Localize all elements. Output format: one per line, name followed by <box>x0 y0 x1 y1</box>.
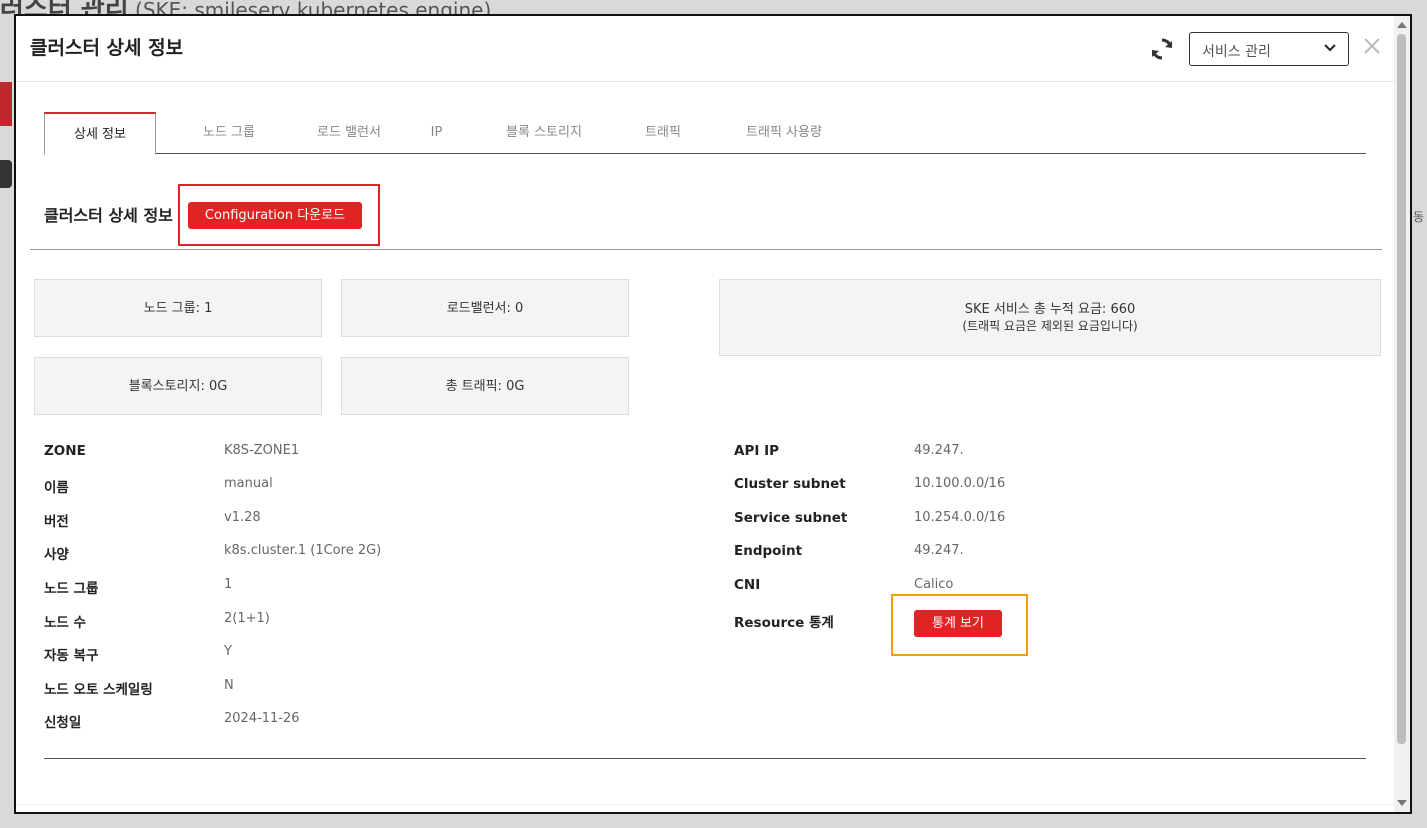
tab-ip[interactable]: IP <box>414 112 459 154</box>
detail-value-request-date: 2024-11-26 <box>224 711 300 726</box>
highlight-box-red <box>178 184 380 246</box>
detail-label-zone: ZONE <box>44 443 86 459</box>
section-title: 클러스터 상세 정보 <box>44 206 173 225</box>
summary-total-fee: SKE 서비스 총 누적 요금: 660 (트래픽 요금은 제외된 요금입니다) <box>719 279 1381 356</box>
detail-label-cni: CNI <box>734 577 761 593</box>
detail-label-spec: 사양 <box>44 547 69 563</box>
summary-block-storage: 블록스토리지: 0G <box>34 357 322 415</box>
detail-value-node-group: 1 <box>224 577 233 592</box>
tab-detail[interactable]: 상세 정보 <box>44 112 156 155</box>
detail-value-service-subnet: 10.254.0.0/16 <box>914 510 1006 525</box>
refresh-icon[interactable] <box>1149 36 1175 62</box>
detail-value-node-count: 2(1+1) <box>224 611 270 626</box>
total-fee-text: SKE 서비스 총 누적 요금: 660 <box>964 302 1136 317</box>
service-select-value: 서비스 관리 <box>1202 44 1271 60</box>
detail-label-autoscaling: 노드 오토 스케일링 <box>44 682 153 698</box>
footer-divider <box>16 804 1396 805</box>
detail-value-autoscaling: N <box>224 678 234 693</box>
summary-node-group: 노드 그룹: 1 <box>34 279 322 337</box>
background-right-text: 동 <box>1413 210 1425 224</box>
modal-scrollbar[interactable] <box>1394 16 1410 812</box>
scroll-down-arrow-icon[interactable] <box>1397 800 1407 806</box>
tab-bar: 상세 정보 노드 그룹 로드 밸런서 IP 블록 스토리지 트래픽 트래픽 사용… <box>44 112 1366 155</box>
fee-note-text: (트래픽 요금은 제외된 요금입니다) <box>962 319 1138 333</box>
detail-label-endpoint: Endpoint <box>734 543 803 559</box>
detail-label-name: 이름 <box>44 480 69 496</box>
chevron-down-icon <box>1324 42 1336 54</box>
tab-node-group[interactable]: 노드 그룹 <box>174 112 284 154</box>
tab-block-storage[interactable]: 블록 스토리지 <box>484 112 604 154</box>
bottom-divider <box>44 758 1366 759</box>
highlight-box-orange <box>891 594 1028 656</box>
detail-label-api-ip: API IP <box>734 443 779 459</box>
tab-load-balancer[interactable]: 로드 밸런서 <box>294 112 404 154</box>
detail-value-cluster-subnet: 10.100.0.0/16 <box>914 476 1006 491</box>
scroll-up-arrow-icon[interactable] <box>1397 22 1407 28</box>
detail-value-zone: K8S-ZONE1 <box>224 443 300 458</box>
detail-value-auto-recovery: Y <box>224 644 232 659</box>
tab-traffic-usage[interactable]: 트래픽 사용량 <box>734 112 834 154</box>
modal-title: 클러스터 상세 정보 <box>30 37 184 59</box>
detail-label-version: 버전 <box>44 514 69 530</box>
tab-traffic[interactable]: 트래픽 <box>629 112 697 154</box>
summary-load-balancer: 로드밸런서: 0 <box>341 279 629 337</box>
detail-value-cni: Calico <box>914 577 954 592</box>
detail-label-service-subnet: Service subnet <box>734 510 848 526</box>
detail-label-auto-recovery: 자동 복구 <box>44 648 99 664</box>
close-icon[interactable] <box>1362 36 1382 56</box>
section-divider <box>30 249 1382 250</box>
detail-label-node-group: 노드 그룹 <box>44 581 99 597</box>
detail-label-node-count: 노드 수 <box>44 615 86 631</box>
detail-label-resource-stats: Resource 통계 <box>734 615 834 631</box>
cluster-detail-modal: 클러스터 상세 정보 서비스 관리 상세 정보 노드 그룹 로드 밸런서 IP … <box>14 14 1412 814</box>
summary-total-traffic: 총 트래픽: 0G <box>341 357 629 415</box>
background-dark-marker <box>0 160 12 188</box>
detail-value-api-ip: 49.247. <box>914 443 964 458</box>
detail-value-name: manual <box>224 476 273 491</box>
service-select[interactable]: 서비스 관리 <box>1189 32 1349 66</box>
modal-header: 클러스터 상세 정보 서비스 관리 <box>16 16 1410 82</box>
detail-value-version: v1.28 <box>224 510 261 525</box>
background-red-marker <box>0 82 12 126</box>
detail-value-endpoint: 49.247. <box>914 543 964 558</box>
detail-value-spec: k8s.cluster.1 (1Core 2G) <box>224 543 382 558</box>
detail-label-cluster-subnet: Cluster subnet <box>734 476 846 492</box>
detail-label-request-date: 신청일 <box>44 715 82 731</box>
scroll-thumb[interactable] <box>1397 34 1406 744</box>
